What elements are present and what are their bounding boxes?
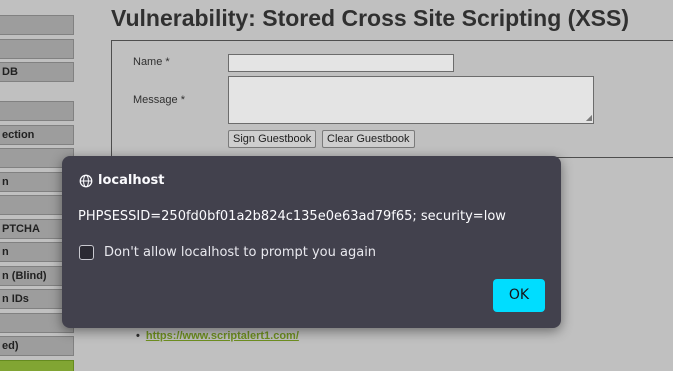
ok-button[interactable]: OK: [493, 279, 545, 312]
dont-allow-checkbox[interactable]: [79, 245, 94, 260]
alert-dialog: localhost PHPSESSID=250fd0bf01a2b824c135…: [62, 156, 561, 328]
dialog-origin: localhost: [98, 173, 165, 188]
globe-icon: [79, 174, 93, 188]
dont-allow-label[interactable]: Don't allow localhost to prompt you agai…: [104, 245, 376, 260]
dialog-message: PHPSESSID=250fd0bf01a2b824c135e0e63ad79f…: [78, 209, 506, 224]
